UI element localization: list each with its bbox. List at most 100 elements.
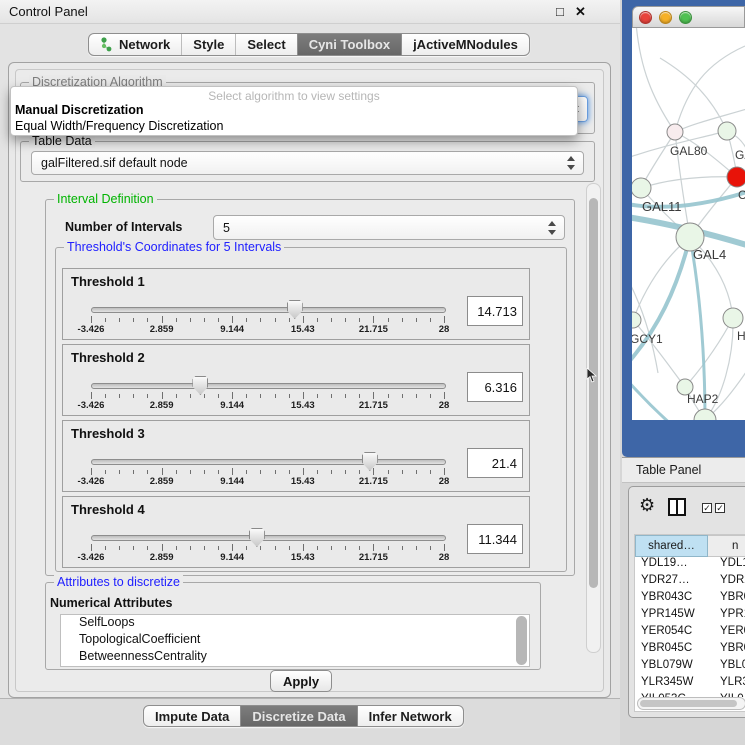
close-traffic-light[interactable]	[639, 11, 652, 24]
slider-tick	[232, 392, 233, 399]
slider-tick-label: 2.859	[150, 552, 174, 563]
shared-name-cell[interactable]: YBL079W	[635, 659, 708, 676]
shared-name-cell[interactable]: YBR045C	[635, 642, 708, 659]
attribute-list-item[interactable]: SelfLoops	[61, 615, 529, 632]
table-row[interactable]: YLR345WYLR3	[635, 676, 745, 693]
minimize-traffic-light[interactable]	[659, 11, 672, 24]
name-cell[interactable]: YBR0	[708, 642, 745, 659]
slider-tick	[105, 318, 106, 322]
network-node[interactable]	[718, 122, 736, 140]
tab-select[interactable]: Select	[235, 34, 296, 55]
apply-button[interactable]: Apply	[270, 670, 332, 692]
settings-scrollbar[interactable]	[586, 183, 601, 653]
zoom-traffic-light[interactable]	[679, 11, 692, 24]
table-row[interactable]: YDR27…YDR2	[635, 574, 745, 591]
table-row[interactable]: YBR043CYBR0	[635, 591, 745, 608]
shared-name-cell[interactable]: YER054C	[635, 625, 708, 642]
checkbox-icon[interactable]: ✓	[702, 503, 712, 513]
shared-name-cell[interactable]: YLR345W	[635, 676, 708, 693]
columns-icon[interactable]	[668, 498, 686, 516]
threshold-value-field[interactable]	[467, 296, 523, 326]
slider-ticks	[91, 468, 445, 476]
slider-tick	[119, 318, 120, 322]
dropdown-option-equal-width-frequency[interactable]: Equal Width/Frequency Discretization	[15, 119, 223, 133]
tab-infer-network[interactable]: Infer Network	[357, 706, 463, 726]
tab-style[interactable]: Style	[181, 34, 235, 55]
table-horizontal-scrollbar[interactable]	[637, 697, 745, 710]
name-cell[interactable]: YDL1	[708, 557, 745, 574]
dropdown-option-manual-discretization[interactable]: Manual Discretization	[15, 103, 144, 117]
table-row[interactable]: YPR145WYPR1	[635, 608, 745, 625]
slider-tick	[345, 546, 346, 550]
name-cell[interactable]: YER0	[708, 625, 745, 642]
checkbox-icon[interactable]: ✓	[715, 503, 725, 513]
shared-name-cell[interactable]: YDL19…	[635, 557, 708, 574]
network-node[interactable]	[727, 167, 745, 187]
gear-icon[interactable]: ⚙	[639, 495, 655, 516]
network-node[interactable]	[632, 312, 641, 328]
tab-cyni-toolbox[interactable]: Cyni Toolbox	[297, 34, 401, 55]
network-window-titlebar[interactable]	[632, 6, 745, 28]
slider-track[interactable]	[91, 459, 446, 465]
shared-name-cell[interactable]: YDR27…	[635, 574, 708, 591]
slider-track[interactable]	[91, 535, 446, 541]
slider-tick	[105, 546, 106, 550]
attribute-list-item[interactable]: TopologicalCoefficient	[61, 632, 529, 649]
numerical-attributes-list[interactable]: SelfLoopsTopologicalCoefficientBetweenne…	[60, 614, 530, 667]
column-header-name[interactable]: n	[708, 535, 745, 557]
table-row[interactable]: YDL19…YDL1	[635, 557, 745, 574]
mouse-cursor	[586, 368, 597, 388]
slider-track[interactable]	[91, 307, 446, 313]
name-cell[interactable]: YBL0	[708, 659, 745, 676]
slider-tick	[444, 468, 445, 475]
slider-tick-label: 15.43	[291, 552, 315, 563]
table-data-combobox[interactable]: galFiltered.sif default node	[31, 151, 584, 175]
network-node-label: HAP2	[687, 392, 719, 406]
attribute-list-item[interactable]: BetweennessCentrality	[61, 649, 529, 666]
network-view-window[interactable]: GAL80GACGAL11GAL4GCY1HHAP2	[622, 0, 745, 457]
table-row[interactable]: YBL079WYBL0	[635, 659, 745, 676]
name-cell[interactable]: YBR0	[708, 591, 745, 608]
table-row[interactable]: YBR045CYBR0	[635, 642, 745, 659]
name-cell[interactable]: YPR1	[708, 608, 745, 625]
slider-tick	[289, 318, 290, 322]
thresholds-group-title: Threshold's Coordinates for 5 Intervals	[64, 240, 284, 254]
slider-track[interactable]	[91, 383, 446, 389]
tab-impute-data[interactable]: Impute Data	[144, 706, 240, 726]
number-of-intervals-combobox[interactable]: 5	[213, 215, 565, 240]
threshold-value-field[interactable]	[467, 524, 523, 554]
network-node[interactable]	[723, 308, 743, 328]
network-node[interactable]	[667, 124, 683, 140]
network-node[interactable]	[694, 409, 716, 420]
settings-scrollbar-thumb[interactable]	[589, 198, 598, 588]
slider-tick	[204, 546, 205, 550]
slider-tick	[444, 544, 445, 551]
tab-network[interactable]: Network	[89, 34, 181, 55]
float-window-icon[interactable]: □	[556, 4, 564, 19]
shared-name-cell[interactable]: YPR145W	[635, 608, 708, 625]
table-row[interactable]: YER054CYER0	[635, 625, 745, 642]
threshold-value-field[interactable]	[467, 372, 523, 402]
tab-jactivemnodules[interactable]: jActiveMNodules	[401, 34, 529, 55]
network-node[interactable]	[632, 178, 651, 198]
close-icon[interactable]: ✕	[575, 4, 586, 20]
name-cell[interactable]: YLR3	[708, 676, 745, 693]
name-cell[interactable]: YDR2	[708, 574, 745, 591]
slider-tick	[416, 318, 417, 322]
slider-tick-label: 2.859	[150, 400, 174, 411]
column-header-shared-name[interactable]: shared…	[635, 535, 708, 557]
slider-tick	[246, 546, 247, 550]
table-horizontal-scrollbar-thumb[interactable]	[640, 700, 737, 707]
threshold-1-panel: Threshold 1 -3.4262.8599.14415.4321.7152…	[62, 268, 530, 340]
attributes-list-scrollbar-thumb[interactable]	[516, 616, 527, 665]
slider-tick-label: 28	[439, 552, 450, 563]
slider-tick	[359, 318, 360, 322]
threshold-value-field[interactable]	[467, 448, 523, 478]
algorithm-hint-text: Select algorithm to view settings	[11, 89, 577, 103]
node-table: shared… n YDL19…YDL1YDR27…YDR2YBR043CYBR…	[634, 534, 745, 712]
network-canvas[interactable]: GAL80GACGAL11GAL4GCY1HHAP2	[632, 28, 745, 420]
shared-name-cell[interactable]: YBR043C	[635, 591, 708, 608]
tab-discretize-data[interactable]: Discretize Data	[240, 706, 356, 726]
numerical-attributes-label: Numerical Attributes	[50, 596, 172, 610]
slider-tick	[162, 392, 163, 399]
